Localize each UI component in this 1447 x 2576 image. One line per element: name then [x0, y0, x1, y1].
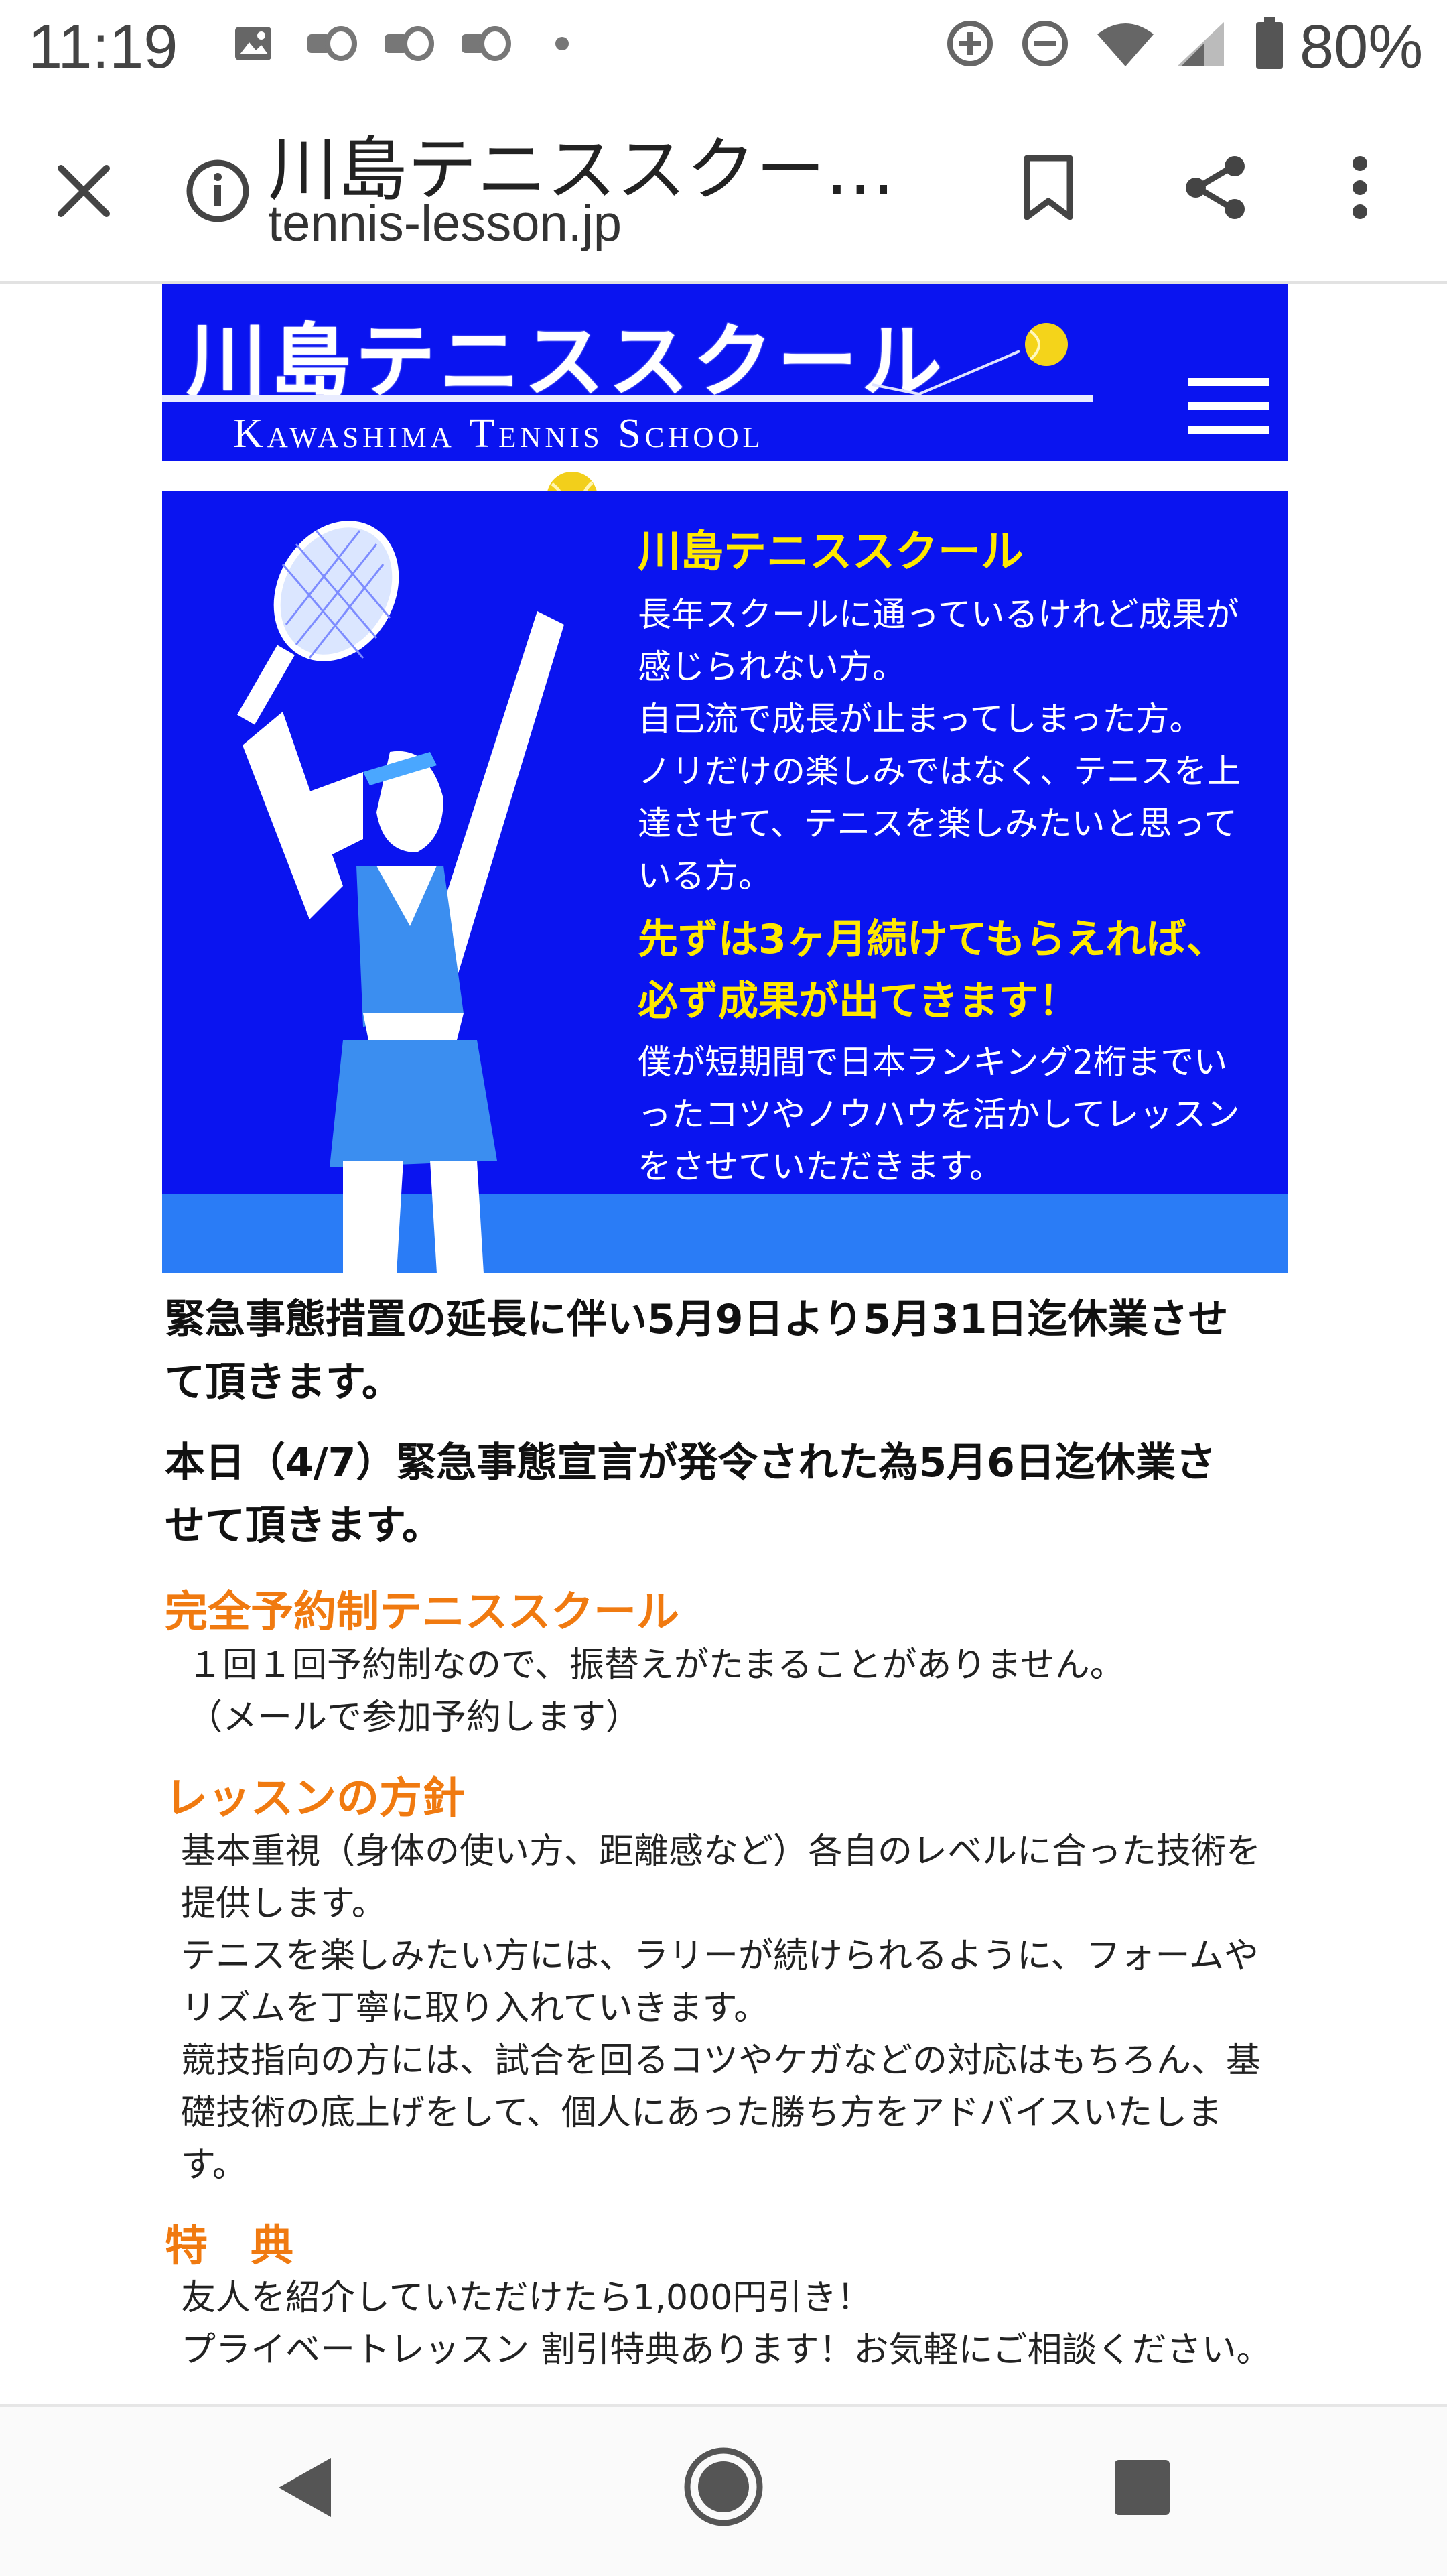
battery-icon: [1253, 17, 1286, 69]
section-line: （メールで参加予約します）: [188, 1697, 641, 1738]
hero-line: 僕が短期間で日本ランキング2桁までい: [638, 1043, 1228, 1082]
hero-line: 達させて、テニスを楽しみたいと思って: [638, 804, 1237, 843]
section-line: 競技指向の方には、試合を回るコツやケガなどの対応はもちろん、基: [181, 2041, 1261, 2081]
browser-toolbar: 川島テニススクー… tennis-lesson.jp: [0, 94, 1447, 284]
sync-icon: [943, 20, 997, 67]
closure-notice: て頂きます。: [165, 1359, 402, 1406]
section-line: 提供します。: [181, 1884, 387, 1924]
signal-icon: [1169, 20, 1229, 67]
hero-line: 自己流で成長が止まってしまった方。: [638, 700, 1203, 738]
section-title-reservation: 完全予約制テニススクール: [165, 1588, 679, 1637]
section-line: リズムを丁寧に取り入れていきます。: [181, 1988, 769, 2028]
hero-line: いる方。: [638, 856, 772, 895]
speaker-icon: [459, 20, 512, 67]
section-title-policy: レッスンの方針: [165, 1774, 465, 1823]
section-line: 友人を紹介していただけたら1,000円引き！: [181, 2278, 872, 2318]
tennis-player-illustration: [237, 521, 564, 1273]
clock: 11:19: [28, 13, 178, 81]
more-options-icon[interactable]: [1326, 141, 1393, 235]
closure-notice: 緊急事態措置の延長に伴い5月9日より5月31日迄休業させ: [165, 1296, 1229, 1343]
close-icon[interactable]: [40, 147, 127, 235]
tennis-ball-icon: [872, 323, 1068, 396]
page-url[interactable]: tennis-lesson.jp: [268, 194, 622, 253]
section-line: プライベートレッスン 割引特典あります！お気軽にご相談ください。: [181, 2330, 1271, 2370]
bookmark-icon[interactable]: [1005, 141, 1092, 235]
wifi-icon: [1092, 20, 1159, 67]
closure-notice: せて頂きます。: [165, 1502, 442, 1549]
site-logo-en: Kawashima Tennis School: [233, 411, 764, 456]
hamburger-menu-icon[interactable]: [1188, 378, 1269, 434]
hero-line: 感じられない方。: [638, 647, 906, 686]
hero-emphasis: 必ず成果が出てきます！: [638, 978, 1079, 1025]
gallery-icon: [231, 20, 275, 67]
battery-percent: 80%: [1300, 13, 1424, 81]
hero-line: ノリだけの楽しみではなく、テニスを上: [638, 752, 1241, 791]
dnd-icon: [1018, 20, 1072, 67]
section-line: 基本重視（身体の使い方、距離感など）各自のレベルに合った技術を: [181, 1831, 1261, 1872]
hero-emphasis: 先ずは3ヶ月続けてもらえれば、: [638, 916, 1227, 963]
logo-divider: [162, 395, 1093, 402]
status-bar: 11:19 80%: [0, 0, 1447, 94]
hero-line: ったコツやノウハウを活かしてレッスン: [638, 1095, 1240, 1134]
home-icon[interactable]: [680, 2443, 767, 2530]
hero-line: 長年スクールに通っているけれど成果が: [638, 595, 1239, 634]
dot-icon: [552, 20, 572, 67]
back-icon[interactable]: [268, 2447, 342, 2528]
section-line: す。: [181, 2145, 247, 2185]
speaker-icon: [382, 20, 435, 67]
site-header: 川島テニススクール Kawashima Tennis School: [162, 284, 1288, 461]
hero-line: をさせていただきます。: [638, 1147, 1003, 1186]
hero-banner: 川島テニススクール 長年スクールに通っているけれど成果が 感じられない方。 自己…: [162, 491, 1288, 1273]
hero-title: 川島テニススクール: [638, 527, 1024, 577]
site-info-icon[interactable]: [181, 147, 255, 235]
speaker-icon: [305, 20, 358, 67]
section-line: １回１回予約制なので、振替えがたまることがありません。: [188, 1645, 1125, 1685]
system-navigation-bar: [0, 2404, 1447, 2576]
recents-icon[interactable]: [1105, 2447, 1179, 2528]
closure-notice: 本日（4/7）緊急事態宣言が発令された為5月6日迄休業さ: [165, 1439, 1216, 1486]
hero-text: 川島テニススクール 長年スクールに通っているけれど成果が 感じられない方。 自己…: [638, 517, 1267, 1193]
share-icon[interactable]: [1172, 141, 1259, 235]
section-line: 礎技術の底上げをして、個人にあった勝ち方をアドバイスいたしま: [181, 2093, 1223, 2133]
section-line: テニスを楽しみたい方には、ラリーが続けられるように、フォームや: [181, 1936, 1259, 1976]
section-title-benefits: 特 典: [165, 2221, 293, 2271]
